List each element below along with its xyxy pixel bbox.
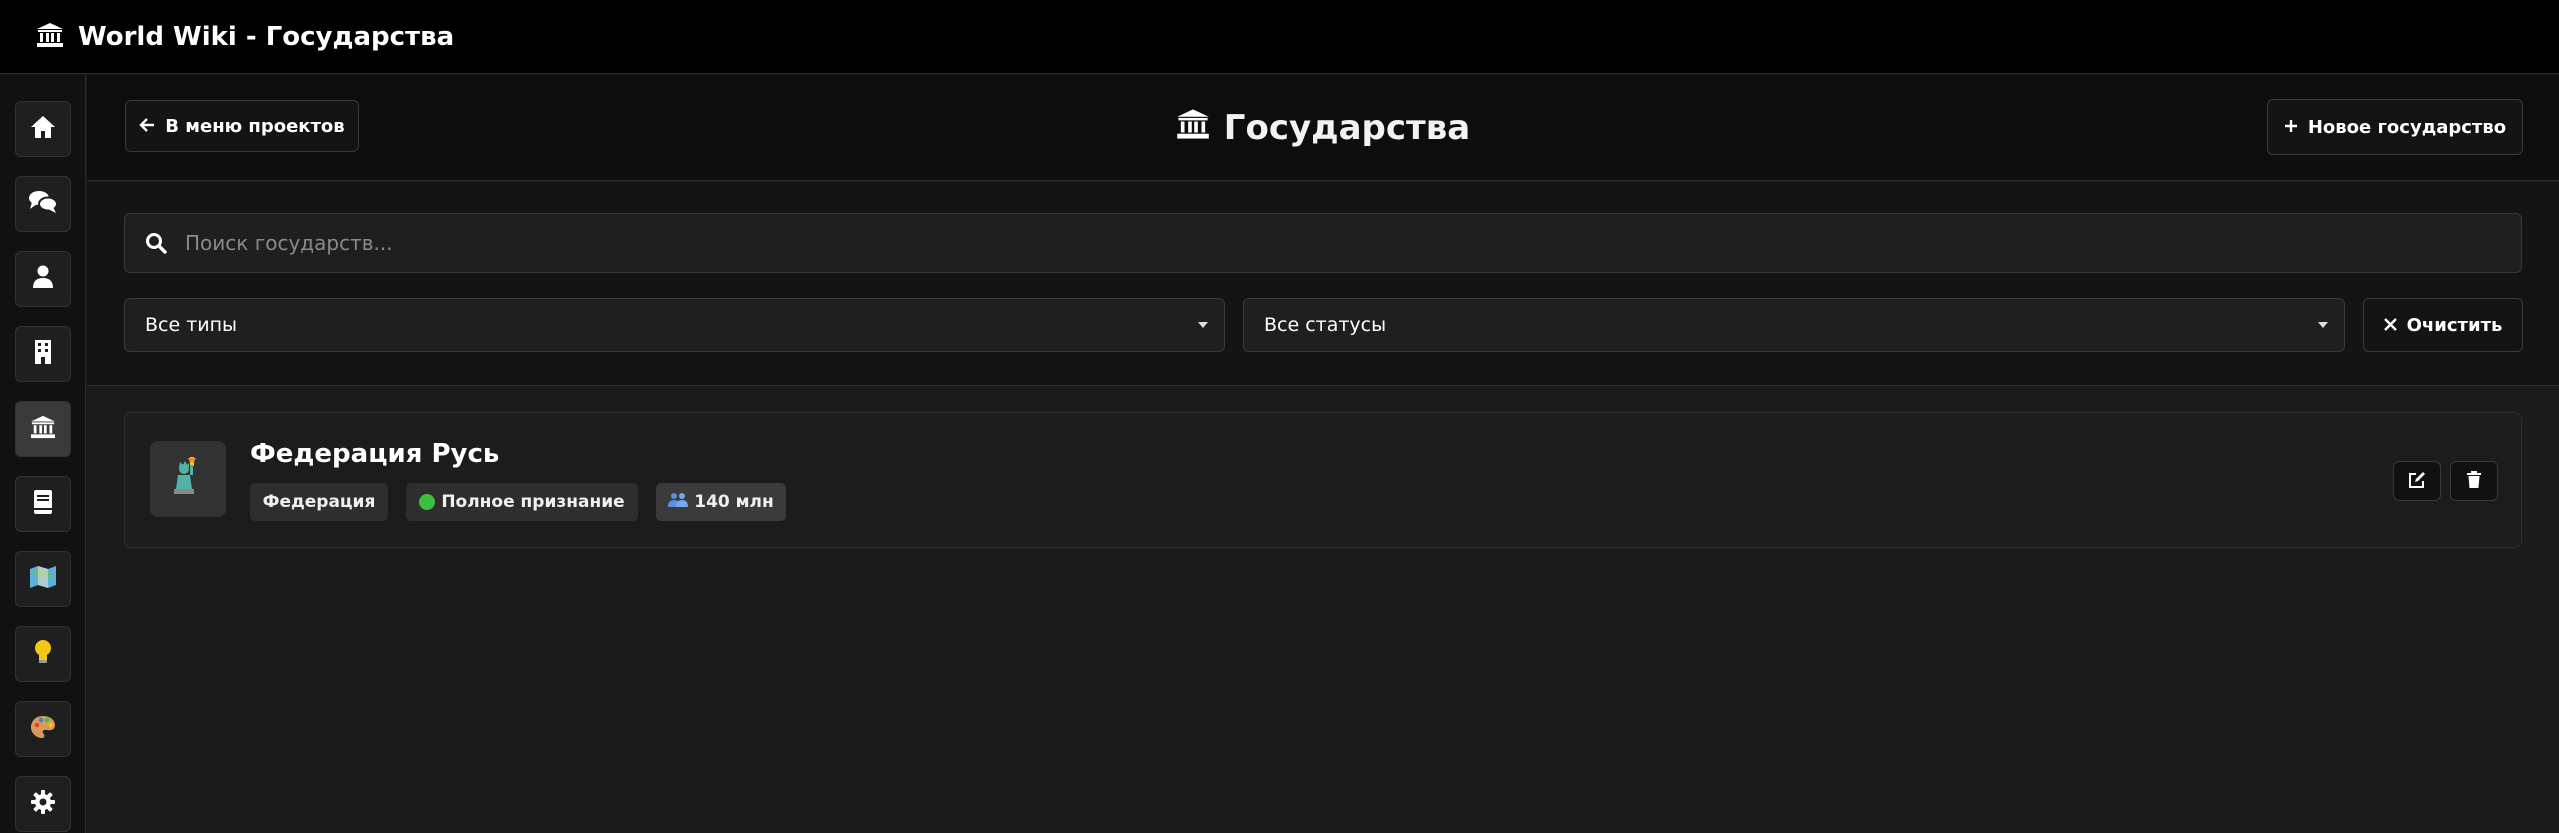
sidebar-item-buildings[interactable] [15,326,71,382]
users-icon [668,492,689,513]
state-card[interactable]: Федерация Русь Федерация Полное признани… [124,412,2522,548]
filters-panel: Все типы Все статусы Очистить [87,182,2559,386]
comments-icon [28,189,58,219]
main-content: В меню проектов Государства Новое госуда… [87,75,2559,833]
statue-of-liberty-icon [170,455,206,503]
page-title: Государства [87,75,2559,181]
status-dot-icon [419,494,436,510]
close-icon [2383,315,2397,336]
lightbulb-icon [33,639,53,669]
new-state-label: Новое государство [2307,116,2507,138]
arrow-left-icon [139,116,155,137]
search-icon [145,232,167,258]
book-icon [32,489,54,519]
back-to-projects-label: В меню проектов [165,115,345,137]
landmark-icon [1176,108,1210,149]
type-select-value: Все типы [145,314,238,336]
sidebar-item-books[interactable] [15,476,71,532]
page-title-text: Государства [1223,108,1471,148]
sidebar-item-states[interactable] [15,401,71,457]
new-state-button[interactable]: Новое государство [2267,99,2523,155]
sidebar-item-home[interactable] [15,101,71,157]
state-population-label: 140 млн [694,492,774,512]
building-icon [33,339,53,369]
edit-icon [2408,471,2426,492]
status-select[interactable]: Все статусы [1243,298,2345,352]
sidebar-item-maps[interactable] [15,551,71,607]
landmark-icon [36,22,64,52]
state-population-tag: 140 млн [656,483,786,521]
landmark-icon [30,415,56,443]
back-to-projects-button[interactable]: В меню проектов [125,100,359,152]
sidebar-item-settings[interactable] [15,776,71,832]
state-status-tag: Полное признание [406,483,638,521]
home-icon [30,115,56,143]
state-name: Федерация Русь [250,439,500,469]
state-status-label: Полное признание [441,492,625,512]
clear-filters-button[interactable]: Очистить [2363,298,2523,352]
gear-icon [31,790,55,818]
sidebar [0,75,86,833]
map-icon [29,565,57,593]
trash-icon [2466,470,2482,492]
edit-state-button[interactable] [2393,461,2441,501]
user-icon [32,265,54,293]
app-header: World Wiki - Государства [0,0,2559,74]
search-box [124,213,2522,273]
page-header: В меню проектов Государства Новое госуда… [87,75,2559,181]
state-type-label: Федерация [262,492,376,512]
sidebar-item-art[interactable] [15,701,71,757]
plus-icon [2284,117,2298,138]
type-select[interactable]: Все типы [124,298,1225,352]
state-avatar [150,441,226,517]
search-input[interactable] [185,214,2505,272]
delete-state-button[interactable] [2450,461,2498,501]
state-type-tag: Федерация [250,483,388,521]
sidebar-item-ideas[interactable] [15,626,71,682]
caret-down-icon [1198,322,1208,328]
app-title: World Wiki - Государства [78,21,455,52]
caret-down-icon [2318,322,2328,328]
status-select-value: Все статусы [1264,314,1387,336]
sidebar-item-chats[interactable] [15,176,71,232]
palette-icon [30,715,56,743]
sidebar-item-characters[interactable] [15,251,71,307]
clear-filters-label: Очистить [2406,314,2503,336]
